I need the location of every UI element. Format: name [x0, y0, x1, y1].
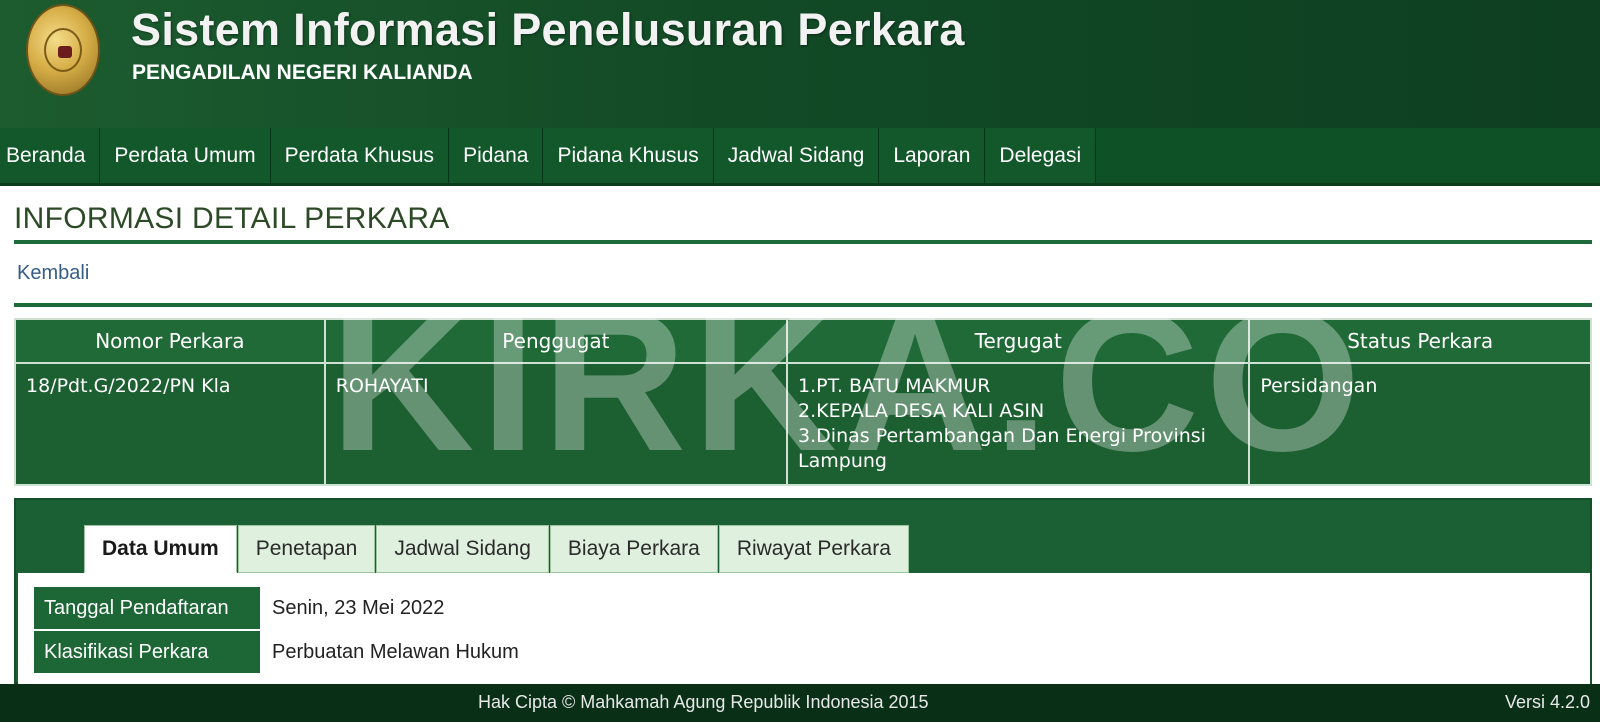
main-nav: Beranda Perdata Umum Perdata Khusus Pida…	[0, 128, 1600, 186]
divider	[14, 240, 1592, 244]
nav-item-beranda[interactable]: Beranda	[0, 128, 101, 183]
tab-riwayat-perkara[interactable]: Riwayat Perkara	[718, 525, 909, 573]
tab-biaya-perkara[interactable]: Biaya Perkara	[549, 525, 718, 573]
cell-penggugat: ROHAYATI	[323, 362, 789, 486]
tergugat-item: 1.PT. BATU MAKMUR	[798, 375, 991, 397]
info-row-tanggal-pendaftaran: Tanggal Pendaftaran Senin, 23 Mei 2022	[34, 587, 444, 630]
tergugat-item: 2.KEPALA DESA KALI ASIN	[798, 400, 1045, 422]
header-tergugat: Tergugat	[786, 318, 1251, 364]
site-header: Sistem Informasi Penelusuran Perkara PEN…	[0, 0, 1600, 128]
header-penggugat: Penggugat	[323, 318, 789, 364]
nav-item-perdata-umum[interactable]: Perdata Umum	[100, 128, 271, 183]
site-subtitle: PENGADILAN NEGERI KALIANDA	[132, 61, 473, 84]
nav-item-pidana[interactable]: Pidana	[449, 128, 544, 183]
back-link[interactable]: Kembali	[17, 262, 89, 285]
detail-panel: Data Umum Penetapan Jadwal Sidang Biaya …	[14, 498, 1592, 685]
nav-item-laporan[interactable]: Laporan	[879, 128, 986, 183]
cell-nomor-perkara: 18/Pdt.G/2022/PN Kla	[14, 362, 326, 486]
table-header-row: Nomor Perkara Penggugat Tergugat Status …	[14, 318, 1592, 364]
nav-item-jadwal-sidang[interactable]: Jadwal Sidang	[713, 128, 880, 183]
page-title: INFORMASI DETAIL PERKARA	[14, 202, 450, 235]
table-row: 18/Pdt.G/2022/PN Kla ROHAYATI 1.PT. BATU…	[14, 362, 1592, 486]
info-label: Klasifikasi Perkara	[34, 631, 260, 674]
info-label: Tanggal Pendaftaran	[34, 587, 260, 630]
info-value: Perbuatan Melawan Hukum	[272, 641, 519, 663]
info-row-klasifikasi-perkara: Klasifikasi Perkara Perbuatan Melawan Hu…	[34, 631, 519, 674]
tab-jadwal-sidang[interactable]: Jadwal Sidang	[376, 525, 549, 573]
footer-copyright: Hak Cipta © Mahkamah Agung Republik Indo…	[478, 692, 929, 712]
nav-item-pidana-khusus[interactable]: Pidana Khusus	[543, 128, 714, 183]
site-footer: Hak Cipta © Mahkamah Agung Republik Indo…	[0, 684, 1600, 722]
info-value: Senin, 23 Mei 2022	[272, 597, 445, 619]
header-status-perkara: Status Perkara	[1248, 318, 1592, 364]
nav-item-perdata-khusus[interactable]: Perdata Khusus	[270, 128, 450, 183]
cell-status-perkara: Persidangan	[1248, 362, 1592, 486]
tab-data-umum[interactable]: Data Umum	[84, 525, 237, 573]
site-title: Sistem Informasi Penelusuran Perkara	[131, 4, 965, 55]
case-summary-table: Nomor Perkara Penggugat Tergugat Status …	[14, 318, 1592, 486]
detail-tabs: Data Umum Penetapan Jadwal Sidang Biaya …	[84, 525, 910, 573]
tergugat-item: 3.Dinas Pertambangan Dan Energi Provinsi…	[798, 425, 1206, 472]
footer-version: Versi 4.2.0	[1504, 692, 1590, 712]
nav-item-delegasi[interactable]: Delegasi	[985, 128, 1097, 183]
tab-penetapan[interactable]: Penetapan	[237, 525, 376, 573]
court-emblem-icon	[26, 4, 100, 96]
cell-tergugat: 1.PT. BATU MAKMUR 2.KEPALA DESA KALI ASI…	[786, 362, 1251, 486]
divider	[14, 303, 1592, 307]
header-nomor-perkara: Nomor Perkara	[14, 318, 326, 364]
tab-content-data-umum: Tanggal Pendaftaran Senin, 23 Mei 2022 K…	[18, 573, 1590, 685]
